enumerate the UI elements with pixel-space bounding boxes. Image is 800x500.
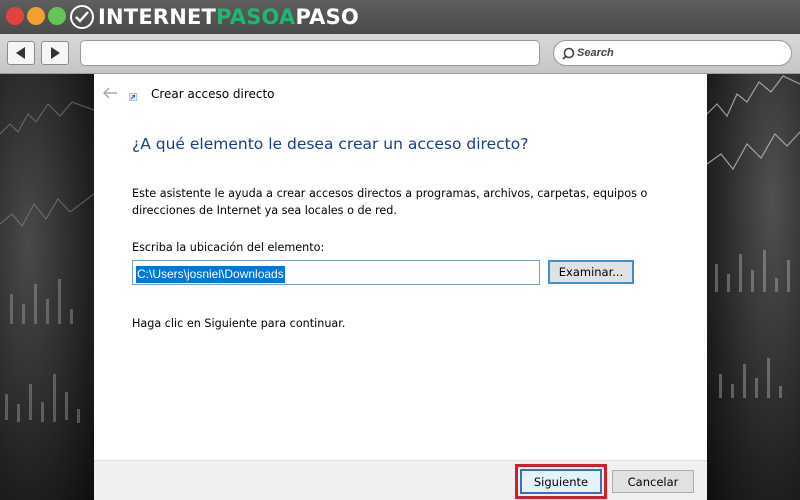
- continue-hint: Haga clic en Siguiente para continuar.: [132, 317, 346, 330]
- browse-button[interactable]: Examinar...: [548, 260, 634, 284]
- shortcut-icon: [129, 93, 137, 101]
- location-input-value: C:\Users\josniel\Downloads: [136, 266, 285, 283]
- browser-forward-button[interactable]: [41, 41, 69, 65]
- search-placeholder: Search: [577, 47, 614, 59]
- maximize-window-button[interactable]: [48, 7, 66, 25]
- logo-text-part-2: PASOA: [216, 5, 296, 29]
- cancel-button[interactable]: Cancelar: [612, 470, 694, 493]
- dialog-description: Este asistente le ayuda a crear accesos …: [132, 187, 648, 217]
- minimize-window-button[interactable]: [27, 7, 45, 25]
- triangle-right-icon: [51, 47, 60, 59]
- background-chart-image-left: [0, 74, 94, 500]
- browser-title-bar: INTERNET PASOA PASO: [0, 0, 800, 34]
- next-button[interactable]: Siguiente: [520, 469, 602, 494]
- create-shortcut-wizard: Crear acceso directo ¿A qué elemento le …: [94, 74, 707, 500]
- triangle-left-icon: [16, 47, 25, 59]
- browser-toolbar: Search: [0, 34, 800, 74]
- back-arrow-icon[interactable]: [102, 86, 118, 100]
- logo-check-icon: [70, 5, 94, 29]
- background-chart-image-right: [707, 74, 800, 500]
- location-label: Escriba la ubicación del elemento:: [132, 241, 325, 254]
- search-icon: [562, 47, 575, 60]
- dialog-heading: ¿A qué elemento le desea crear un acceso…: [132, 135, 529, 153]
- location-input[interactable]: C:\Users\josniel\Downloads: [132, 260, 540, 285]
- dialog-title: Crear acceso directo: [151, 87, 275, 101]
- address-bar[interactable]: [80, 40, 540, 66]
- logo-text-part-3: PASO: [295, 5, 359, 29]
- search-field[interactable]: Search: [553, 40, 792, 66]
- close-window-button[interactable]: [6, 7, 24, 25]
- logo-text-part-1: INTERNET: [98, 5, 217, 29]
- dialog-footer: Siguiente Cancelar: [94, 460, 707, 500]
- site-logo: INTERNET PASOA PASO: [70, 4, 359, 30]
- browser-back-button[interactable]: [7, 41, 35, 65]
